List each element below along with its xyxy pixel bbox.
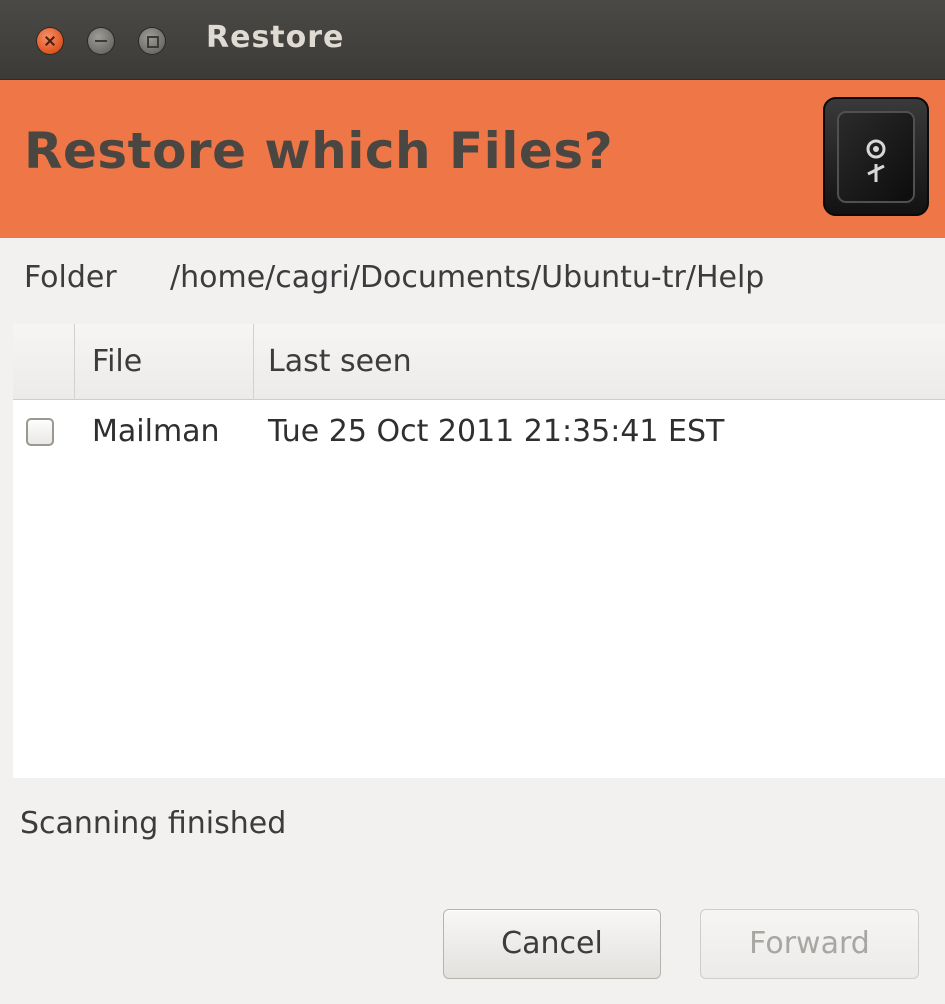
header-banner: Restore which Files? [0,80,945,238]
column-header-last-seen[interactable]: Last seen [268,344,412,379]
table-row[interactable]: Mailman Tue 25 Oct 2011 21:35:41 EST [13,414,945,460]
column-separator [253,324,254,400]
last-seen-cell: Tue 25 Oct 2011 21:35:41 EST [268,414,725,449]
window-title: Restore [206,20,345,55]
folder-path: /home/cagri/Documents/Ubuntu-tr/Help [170,260,765,295]
status-text: Scanning finished [20,806,287,841]
title-bar[interactable]: Restore [0,0,945,80]
cancel-button[interactable]: Cancel [443,909,661,979]
file-name-cell: Mailman [92,414,220,449]
close-window-button[interactable] [37,28,63,54]
forward-button[interactable]: Forward [700,909,919,979]
table-header: File Last seen [13,324,945,400]
restore-dialog: Restore Restore which Files? Folder /hom… [0,0,945,1004]
column-header-file[interactable]: File [92,344,142,379]
folder-label: Folder [24,260,117,295]
files-table[interactable]: File Last seen Mailman Tue 25 Oct 2011 2… [13,324,945,778]
page-title: Restore which Files? [24,122,614,180]
minimize-window-button[interactable] [88,28,114,54]
column-separator [74,324,75,400]
safe-icon [823,97,929,216]
row-checkbox[interactable] [26,418,54,446]
maximize-window-button[interactable] [139,28,165,54]
